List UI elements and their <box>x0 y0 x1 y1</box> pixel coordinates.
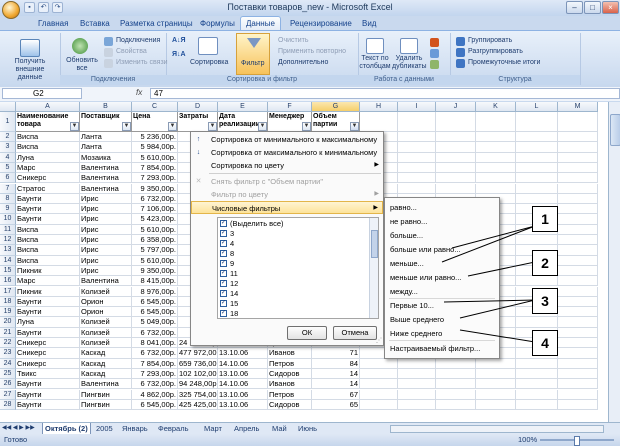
zoom-slider[interactable] <box>540 436 614 446</box>
sheet-tab[interactable]: Июнь <box>298 423 317 434</box>
callout-1: 1 <box>532 206 558 232</box>
callout-line-3a <box>443 299 536 303</box>
callout-line-3b <box>459 299 536 319</box>
callout-4: 4 <box>532 330 558 356</box>
sheet-nav-arrows-icon[interactable]: ◀◀ ◀ ▶ ▶▶ <box>2 423 35 434</box>
callout-2: 2 <box>532 250 558 276</box>
status-bar: Готово 100% <box>0 434 620 446</box>
callout-lines <box>441 225 536 343</box>
sheet-tab[interactable]: Февраль <box>158 423 188 434</box>
horizontal-scrollbar[interactable] <box>390 425 604 433</box>
status-ready: Готово <box>4 435 28 444</box>
sheet-tab[interactable]: Май <box>272 423 287 434</box>
sheet-tab[interactable]: Апрель <box>234 423 259 434</box>
callout-line-2 <box>467 261 536 277</box>
sheet-tab[interactable]: Январь <box>122 423 148 434</box>
callout-3: 3 <box>532 288 558 314</box>
sheet-tab[interactable]: 2005 <box>96 423 113 434</box>
zoom-level[interactable]: 100% <box>518 435 537 444</box>
zoom-slider-thumb[interactable] <box>574 436 580 446</box>
callout-line-4 <box>459 329 536 343</box>
callout-line-1a <box>441 225 536 263</box>
callout-line-1b <box>451 225 536 249</box>
sheet-tab[interactable]: Март <box>204 423 222 434</box>
